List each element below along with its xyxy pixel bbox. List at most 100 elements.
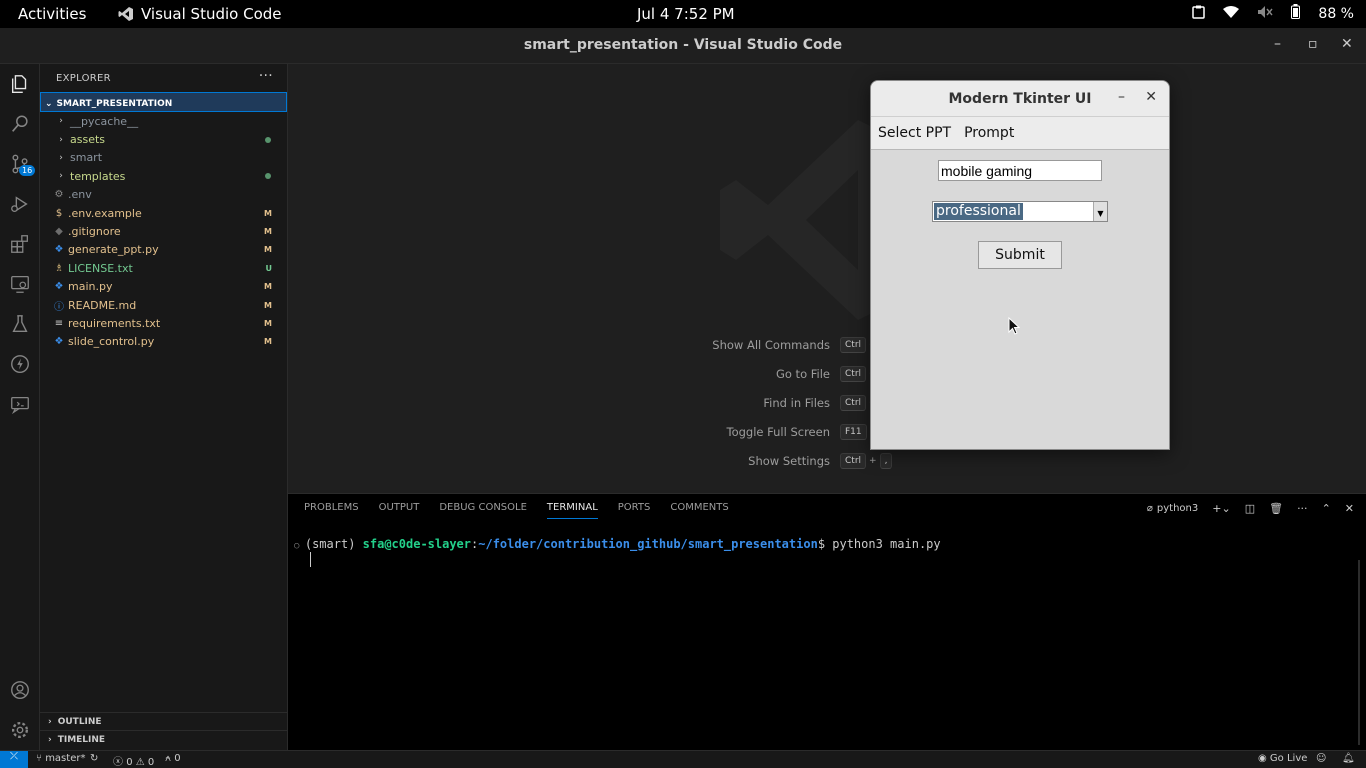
- panel-tab-terminal[interactable]: TERMINAL: [546, 502, 598, 519]
- tkinter-title-bar[interactable]: Modern Tkinter UI – ✕: [871, 81, 1169, 117]
- folder-item[interactable]: › assets: [40, 130, 287, 148]
- activities-button[interactable]: Activities: [18, 5, 86, 23]
- file-item[interactable]: ≡ requirements.txt M: [40, 314, 287, 332]
- shortcut-row[interactable]: Toggle Full Screen F11: [708, 418, 895, 447]
- split-terminal-icon[interactable]: ◫: [1245, 502, 1255, 515]
- project-folder-header[interactable]: ⌄ SMART_PRESENTATION: [40, 92, 287, 112]
- git-branch-icon: ⑂: [36, 753, 46, 764]
- more-actions-icon[interactable]: ···: [259, 68, 273, 84]
- timeline-section[interactable]: › TIMELINE: [40, 730, 287, 748]
- branch-name: master*: [45, 753, 86, 764]
- tkinter-minimize-button[interactable]: –: [1118, 89, 1125, 105]
- file-item[interactable]: ♗ LICENSE.txt U: [40, 259, 287, 277]
- live-share-icon[interactable]: [8, 392, 32, 416]
- window-title: smart_presentation - Visual Studio Code: [523, 37, 843, 53]
- shortcut-row[interactable]: Find in FilesCtrl+: [708, 388, 895, 417]
- wifi-icon[interactable]: [1223, 5, 1240, 22]
- trash-icon[interactable]: 🗑: [1269, 502, 1283, 515]
- settings-gear-icon[interactable]: [8, 718, 32, 742]
- sync-icon[interactable]: ↻: [90, 753, 98, 764]
- clipboard-icon[interactable]: [1192, 5, 1206, 23]
- copilot-icon[interactable]: ☺: [1316, 753, 1326, 764]
- combobox-selected-value: professional: [934, 203, 1023, 220]
- explorer-sidebar: EXPLORER ··· ⌄ SMART_PRESENTATION › __pyc…: [40, 64, 288, 750]
- tkinter-menu-prompt[interactable]: Prompt: [964, 125, 1014, 141]
- file-item[interactable]: $ .env.example M: [40, 204, 287, 222]
- system-tray[interactable]: 88 %: [1192, 4, 1354, 23]
- git-status-badge: M: [264, 337, 272, 347]
- panel-tab-debug-console[interactable]: DEBUG CONSOLE: [439, 502, 527, 519]
- panel-tab-problems[interactable]: PROBLEMS: [304, 502, 359, 519]
- notifications-bell-icon[interactable]: 🔔︎: [1342, 753, 1355, 764]
- explorer-header: EXPLORER ···: [40, 64, 287, 92]
- panel-tab-comments[interactable]: COMMENTS: [670, 502, 728, 519]
- file-item[interactable]: ❖ slide_control.py M: [40, 333, 287, 351]
- folder-item[interactable]: › templates: [40, 167, 287, 185]
- shortcut-row[interactable]: Go to FileCtrl+: [708, 359, 895, 388]
- outline-section[interactable]: › OUTLINE: [40, 712, 287, 730]
- shortcut-label: Toggle Full Screen: [726, 425, 831, 440]
- bottom-panel: PROBLEMS OUTPUT DEBUG CONSOLE TERMINAL PORTS…: [288, 493, 1366, 750]
- clock[interactable]: Jul 4 7:52 PM: [637, 5, 735, 23]
- remote-indicator-icon[interactable]: ⤫: [0, 751, 28, 768]
- shortcut-row[interactable]: Show Settings Ctrl +,: [708, 447, 895, 476]
- panel-actions: ⌀ python3 +⌄ ◫ 🗑 ··· ⌃ ✕: [1147, 502, 1354, 515]
- extensions-icon[interactable]: [8, 232, 32, 256]
- git-status-badge: M: [264, 282, 272, 292]
- dropdown-arrow-icon[interactable]: ▼: [1093, 202, 1107, 221]
- more-actions-icon[interactable]: ···: [1297, 502, 1308, 515]
- problems-status[interactable]: ⓧ 0 ⚠ 0: [113, 753, 154, 768]
- maximize-button[interactable]: ▫: [1308, 36, 1318, 52]
- app-menu[interactable]: Visual Studio Code: [118, 5, 282, 23]
- testing-icon[interactable]: [8, 312, 32, 336]
- terminal-output[interactable]: ○ (smart) sfa@c0de-slayer:~/folder/contr…: [294, 537, 941, 551]
- warning-count: 0: [147, 757, 155, 768]
- modified-dot-icon: [265, 136, 271, 143]
- run-debug-icon[interactable]: [8, 192, 32, 216]
- go-live-button[interactable]: ◉ Go Live: [1258, 753, 1307, 764]
- timeline-label: TIMELINE: [57, 734, 106, 745]
- volume-muted-icon[interactable]: [1257, 5, 1273, 23]
- tkinter-close-button[interactable]: ✕: [1145, 89, 1157, 105]
- tkinter-menu-select-ppt[interactable]: Select PPT: [878, 125, 951, 141]
- minimize-button[interactable]: –: [1274, 36, 1281, 52]
- file-item[interactable]: ⓘ README.md M: [40, 296, 287, 314]
- close-panel-icon[interactable]: ✕: [1345, 502, 1354, 515]
- shortcut-row[interactable]: Show All CommandsCtrl+: [708, 330, 895, 359]
- battery-icon[interactable]: [1291, 4, 1301, 23]
- topic-input[interactable]: [938, 160, 1102, 181]
- terminal-scrollbar[interactable]: [1358, 560, 1360, 745]
- file-item[interactable]: ❖ main.py M: [40, 278, 287, 296]
- thunder-client-icon[interactable]: [8, 352, 32, 376]
- panel-tab-ports[interactable]: PORTS: [618, 502, 651, 519]
- explorer-icon[interactable]: [8, 72, 32, 96]
- file-item[interactable]: ◆ .gitignore M: [40, 222, 287, 240]
- terminal-shell-selector[interactable]: ⌀ python3: [1147, 503, 1198, 514]
- shell-name: python3: [1156, 503, 1199, 514]
- file-item[interactable]: ❖ generate_ppt.py M: [40, 241, 287, 259]
- remote-explorer-icon[interactable]: [8, 272, 32, 296]
- style-combobox[interactable]: professional ▼: [932, 201, 1108, 222]
- close-button[interactable]: ✕: [1341, 36, 1353, 52]
- file-type-icon: ⚙: [54, 189, 64, 201]
- warning-icon: ⚠: [135, 757, 145, 768]
- file-type-icon: ❖: [54, 336, 64, 348]
- chevron-right-icon: ›: [59, 134, 63, 145]
- file-type-icon: ❖: [54, 281, 64, 293]
- folder-item[interactable]: › smart: [40, 149, 287, 167]
- tree-item-label: requirements.txt: [68, 316, 161, 330]
- terminal-env: (smart): [304, 537, 363, 551]
- file-item[interactable]: ⚙ .env: [40, 186, 287, 204]
- maximize-panel-icon[interactable]: ⌃: [1322, 502, 1331, 515]
- panel-tab-output[interactable]: OUTPUT: [379, 502, 420, 519]
- folder-item[interactable]: › __pycache__: [40, 112, 287, 130]
- search-icon[interactable]: [8, 112, 32, 136]
- battery-percent: 88 %: [1318, 5, 1354, 22]
- terminal-command: $ python3 main.py: [817, 537, 941, 551]
- ports-status[interactable]: ⍲ 0: [165, 753, 181, 764]
- submit-button[interactable]: Submit: [978, 241, 1062, 269]
- branch-status[interactable]: ⑂ master*: [36, 753, 85, 764]
- accounts-icon[interactable]: [8, 678, 32, 702]
- new-terminal-icon[interactable]: +⌄: [1212, 502, 1230, 515]
- python-icon: ⌀: [1146, 503, 1153, 514]
